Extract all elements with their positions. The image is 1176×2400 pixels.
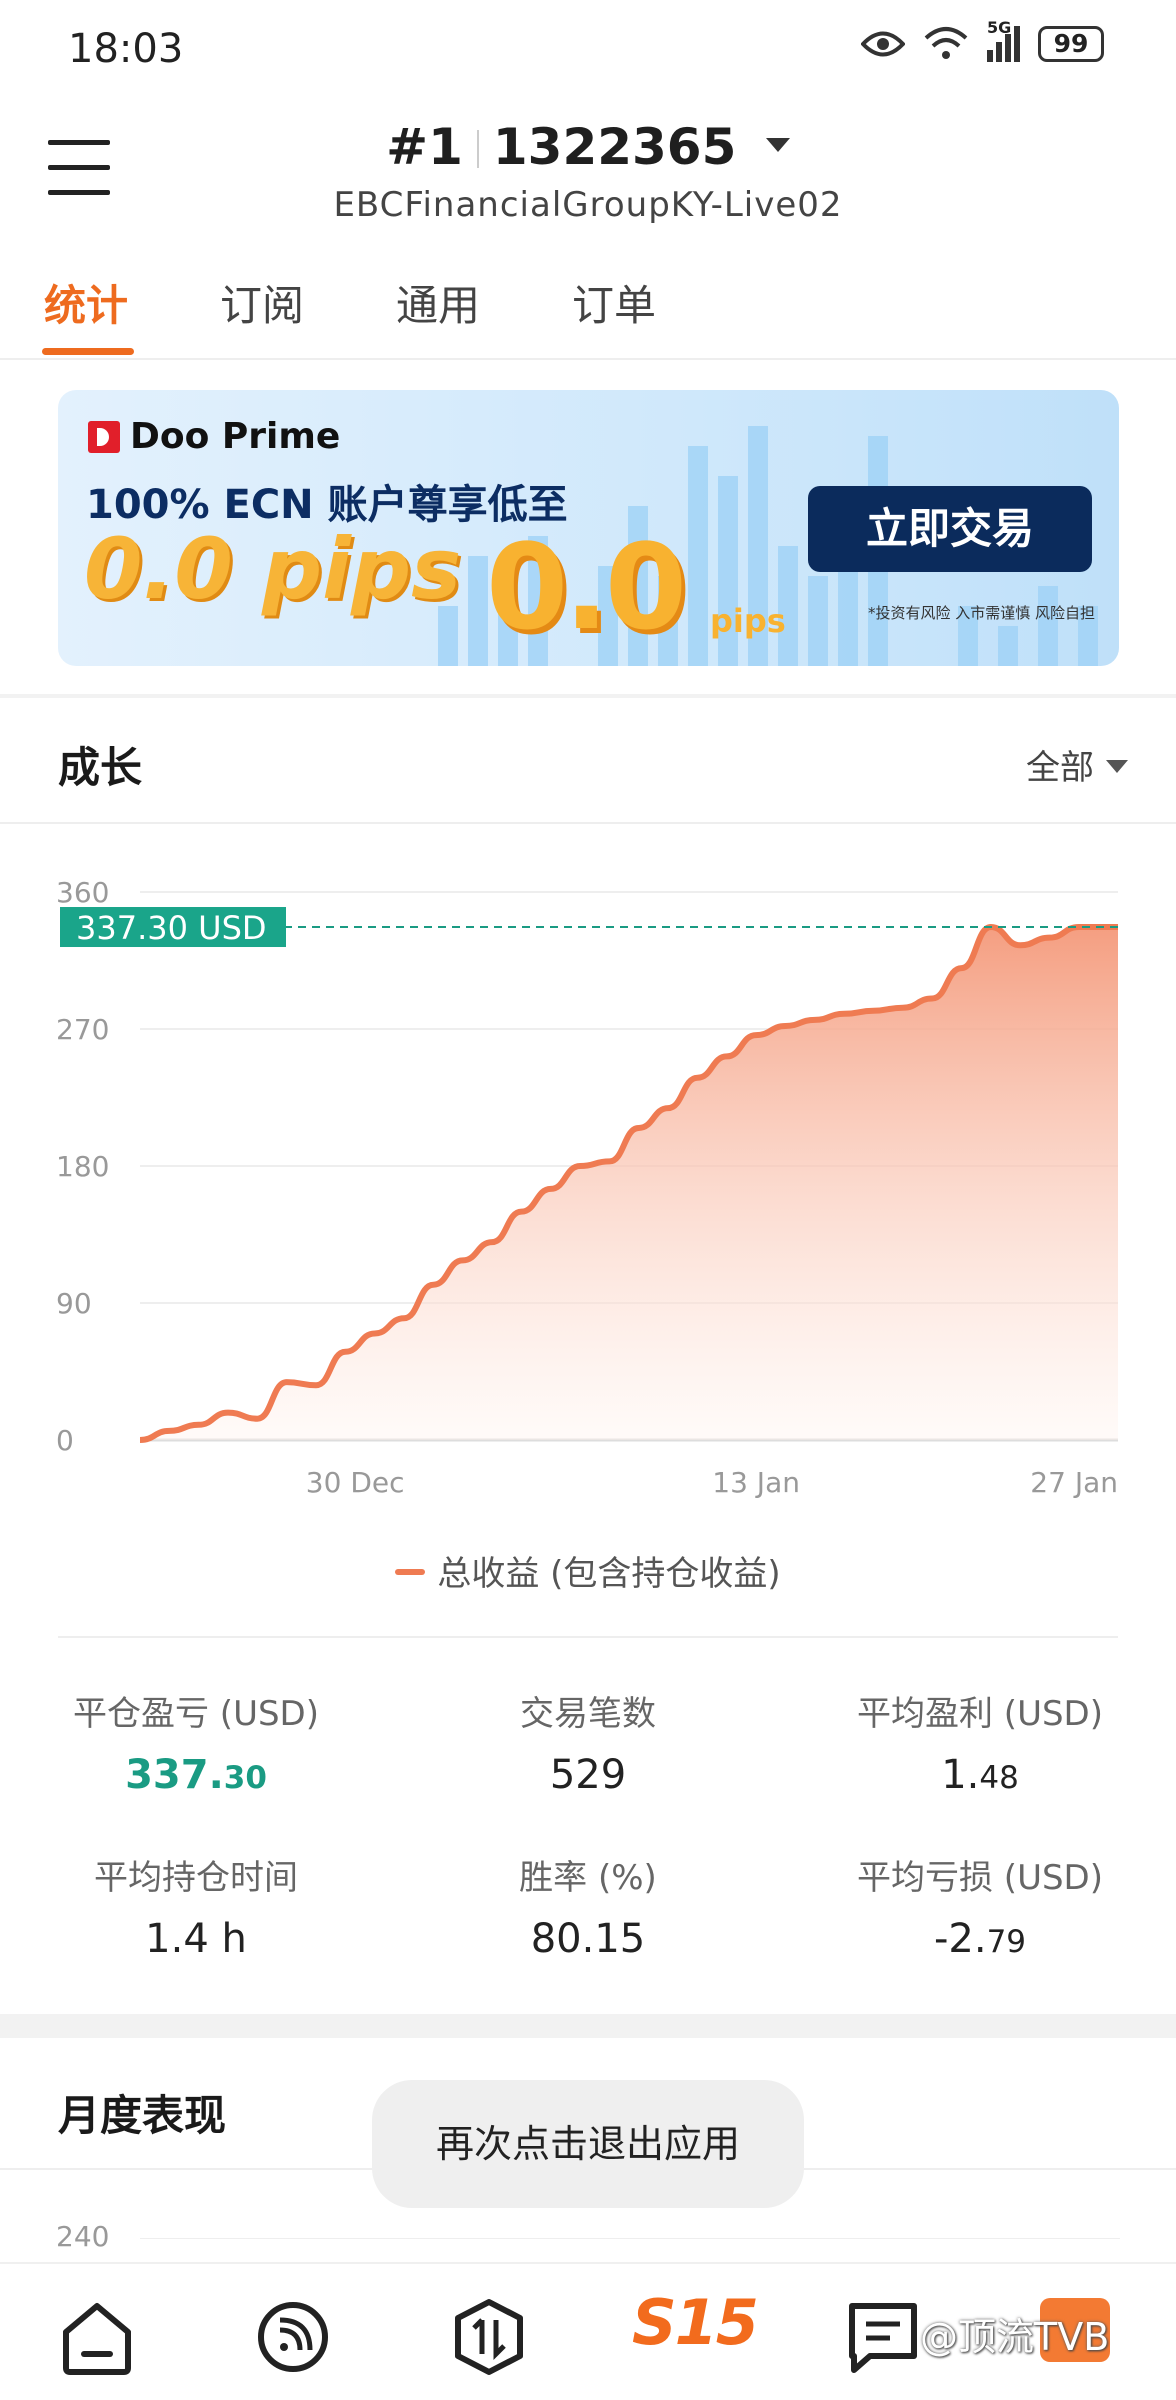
eye-icon (861, 31, 905, 57)
stat-avg-hold-value: 1.4 h (145, 1916, 247, 1962)
status-icons: 5G 99 (861, 18, 1104, 62)
promo-graphic-number: 0.0 (486, 518, 687, 656)
x-tick-label: 30 Dec (306, 1466, 405, 1499)
exit-toast: 再次点击退出应用 (372, 2080, 804, 2208)
battery-indicator: 99 (1038, 26, 1104, 62)
brand-logo: Doo Prime (88, 416, 340, 457)
signal-icon: 5G (987, 18, 1020, 62)
chevron-down-icon (1106, 760, 1128, 773)
stat-win-rate-label: 胜率 (%) (519, 1858, 657, 1898)
tabs-divider (0, 358, 1176, 360)
network-type: 5G (987, 18, 1012, 37)
wifi-icon (924, 27, 968, 59)
stat-trades-value: 529 (549, 1752, 627, 1798)
monthly-y-tick: 240 (56, 2220, 110, 2253)
brand-name: Doo Prime (130, 416, 341, 457)
filter-label: 全部 (1026, 748, 1094, 788)
y-tick-label: 180 (56, 1150, 109, 1183)
account-id: 1322365 (492, 118, 737, 176)
stat-trades-label: 交易笔数 (520, 1694, 656, 1734)
y-tick-label: 270 (56, 1013, 109, 1046)
promo-graphic-unit: pips (710, 602, 786, 640)
growth-filter-dropdown[interactable]: 全部 (1026, 740, 1128, 789)
section-divider (0, 694, 1176, 698)
stat-closed-pnl-value: 337.30 (125, 1752, 267, 1798)
stat-avg-profit-value: 1.48 (941, 1752, 1019, 1798)
nav-messages[interactable] (840, 2294, 926, 2380)
current-value-label: 337.30 USD (76, 909, 267, 947)
legend-swatch (395, 1569, 426, 1575)
stat-avg-loss-value: -2.79 (933, 1916, 1027, 1962)
stat-win-rate-value: 80.15 (530, 1916, 646, 1962)
risk-disclaimer: *投资有风险 入市需谨慎 风险自担 (868, 604, 1096, 622)
section-divider (0, 2014, 1176, 2038)
tab-orders[interactable]: 订单 (572, 272, 656, 333)
trade-arrows-icon (455, 2299, 523, 2375)
tab-subscribe[interactable]: 订阅 (220, 272, 304, 333)
chevron-down-icon (765, 138, 790, 152)
account-selector[interactable]: #1 1322365 (0, 118, 1176, 176)
growth-chart: 360 270 180 90 0 30 Dec 13 Jan 27 Jan 337.30 U… (56, 876, 1118, 1499)
legend-label: 总收益 (包含持仓收益) (437, 1554, 781, 1594)
tab-underline (42, 348, 134, 355)
signal-broadcast-icon (258, 2302, 328, 2372)
nav-home[interactable] (54, 2294, 140, 2380)
monthly-title: 月度表现 (58, 2091, 227, 2140)
legend-divider (58, 1636, 1118, 1638)
stat-closed-pnl-label: 平仓盈亏 (USD) (73, 1694, 319, 1734)
promo-banner[interactable]: Doo Prime 100% ECN 账户尊享低至 0.0 pips 0.0 p… (58, 390, 1119, 666)
tab-general[interactable]: 通用 (396, 272, 480, 333)
stat-avg-hold-label: 平均持仓时间 (94, 1858, 298, 1898)
stat-avg-loss-label: 平均亏损 (USD) (857, 1858, 1103, 1898)
growth-area (140, 927, 1118, 1440)
nav-s15[interactable]: S15 (632, 2286, 759, 2359)
doo-prime-icon (88, 420, 120, 453)
growth-title: 成长 (58, 743, 143, 792)
nav-signals[interactable] (250, 2294, 336, 2380)
home-icon (63, 2303, 131, 2375)
growth-header-divider (0, 822, 1176, 824)
y-tick-label: 360 (56, 876, 109, 909)
stat-avg-profit-label: 平均盈利 (USD) (857, 1694, 1103, 1734)
nav-trade[interactable] (446, 2294, 532, 2380)
monthly-grid-line (140, 2238, 1120, 2239)
x-tick-label: 13 Jan (712, 1466, 800, 1499)
chart-legend[interactable]: 总收益 (包含持仓收益) (0, 1546, 1176, 1595)
trade-now-button[interactable]: 立即交易 (808, 486, 1092, 572)
account-number: #1 (386, 118, 463, 176)
y-tick-label: 0 (56, 1424, 74, 1457)
status-time: 18:03 (68, 26, 184, 72)
x-tick-label: 27 Jan (1030, 1466, 1118, 1499)
server-name: EBCFinancialGroupKY-Live02 (333, 185, 843, 225)
promo-highlight: 0.0 pips (84, 520, 462, 618)
y-tick-label: 90 (56, 1287, 92, 1320)
message-icon (849, 2303, 917, 2373)
tab-stats[interactable]: 统计 (44, 272, 128, 333)
watermark-text: @顶流TVB (920, 2315, 1110, 2359)
